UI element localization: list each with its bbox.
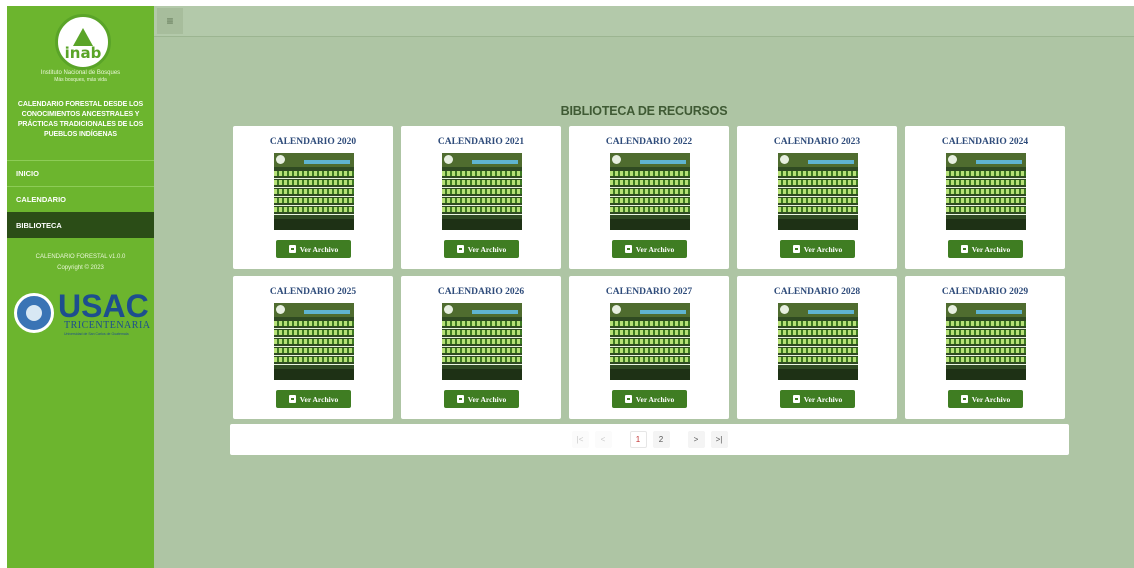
main-content: ≡ BIBLIOTECA DE RECURSOS CALENDARIO 2020…	[154, 6, 1134, 568]
sidebar-item-label: INICIO	[16, 169, 39, 178]
view-file-label: Ver Archivo	[299, 244, 339, 254]
document-icon	[624, 395, 632, 403]
app-title: CALENDARIO FORESTAL DESDE LOS CONOCIMIEN…	[17, 101, 144, 138]
page-1-button[interactable]: 1	[629, 431, 647, 448]
calendar-thumbnail[interactable]	[274, 153, 354, 230]
view-file-label: Ver Archivo	[467, 244, 507, 254]
view-file-label: Ver Archivo	[467, 394, 507, 404]
inab-logo[interactable]: inab	[55, 14, 111, 70]
resource-card: CALENDARIO 2024 Ver Archivo	[905, 126, 1065, 269]
last-page-button[interactable]: >|	[710, 431, 728, 448]
view-file-label: Ver Archivo	[635, 394, 675, 404]
card-title: CALENDARIO 2021	[437, 137, 525, 147]
card-title: CALENDARIO 2020	[269, 137, 357, 147]
calendar-thumbnail[interactable]	[442, 303, 522, 380]
resource-card: CALENDARIO 2026 Ver Archivo	[401, 276, 561, 419]
view-file-label: Ver Archivo	[803, 394, 843, 404]
card-title: CALENDARIO 2023	[773, 137, 861, 147]
institution-name: Instituto Nacional de Bosques	[40, 70, 121, 76]
calendar-thumbnail[interactable]	[778, 303, 858, 380]
card-title: CALENDARIO 2022	[605, 137, 693, 147]
view-file-label: Ver Archivo	[635, 244, 675, 254]
calendar-thumbnail[interactable]	[946, 303, 1026, 380]
next-page-button[interactable]: >	[687, 431, 705, 448]
hamburger-icon: ≡	[166, 14, 174, 28]
resource-card: CALENDARIO 2021 Ver Archivo	[401, 126, 561, 269]
resource-card: CALENDARIO 2023 Ver Archivo	[737, 126, 897, 269]
sidebar-item-label: BIBLIOTECA	[16, 221, 62, 230]
page-title: BIBLIOTECA DE RECURSOS	[560, 104, 728, 118]
card-title: CALENDARIO 2029	[941, 287, 1029, 297]
view-file-button[interactable]: Ver Archivo	[276, 390, 351, 408]
calendar-thumbnail[interactable]	[778, 153, 858, 230]
document-icon	[288, 245, 296, 253]
usac-university-name: Universidad de San Carlos de Guatemala	[64, 332, 129, 336]
view-file-button[interactable]: Ver Archivo	[612, 240, 687, 258]
calendar-thumbnail[interactable]	[946, 153, 1026, 230]
sidebar-item-calendario[interactable]: CALENDARIO	[7, 186, 154, 212]
view-file-label: Ver Archivo	[299, 394, 339, 404]
document-icon	[288, 395, 296, 403]
resource-card: CALENDARIO 2027 Ver Archivo	[569, 276, 729, 419]
document-icon	[792, 245, 800, 253]
document-icon	[456, 245, 464, 253]
page-2-button[interactable]: 2	[652, 431, 670, 448]
view-file-button[interactable]: Ver Archivo	[948, 390, 1023, 408]
menu-toggle-button[interactable]: ≡	[157, 8, 183, 34]
view-file-button[interactable]: Ver Archivo	[612, 390, 687, 408]
usac-wordmark: USAC	[58, 288, 149, 324]
resource-card: CALENDARIO 2025 Ver Archivo	[233, 276, 393, 419]
institution-tagline: Más bosques, más vida	[54, 77, 107, 83]
usac-tricentenaria: TRICENTENARIA	[64, 320, 151, 331]
card-title: CALENDARIO 2027	[605, 287, 693, 297]
resource-card: CALENDARIO 2022 Ver Archivo	[569, 126, 729, 269]
resource-card: CALENDARIO 2020 Ver Archivo	[233, 126, 393, 269]
document-icon	[960, 245, 968, 253]
card-title: CALENDARIO 2028	[773, 287, 861, 297]
pagination: |< < 1 2 > >|	[230, 424, 1069, 455]
calendar-thumbnail[interactable]	[610, 303, 690, 380]
document-icon	[456, 395, 464, 403]
sidebar-item-label: CALENDARIO	[16, 195, 66, 204]
sidebar-nav: INICIO CALENDARIO BIBLIOTECA	[7, 160, 154, 238]
view-file-button[interactable]: Ver Archivo	[444, 390, 519, 408]
view-file-label: Ver Archivo	[971, 394, 1011, 404]
view-file-label: Ver Archivo	[803, 244, 843, 254]
document-icon	[960, 395, 968, 403]
view-file-button[interactable]: Ver Archivo	[444, 240, 519, 258]
card-title: CALENDARIO 2024	[941, 137, 1029, 147]
view-file-label: Ver Archivo	[971, 244, 1011, 254]
sidebar-item-biblioteca[interactable]: BIBLIOTECA	[7, 212, 154, 238]
copyright-text: Copyright © 2023	[57, 265, 104, 271]
document-icon	[624, 245, 632, 253]
sidebar-item-inicio[interactable]: INICIO	[7, 160, 154, 186]
calendar-thumbnail[interactable]	[274, 303, 354, 380]
prev-page-button[interactable]: <	[594, 431, 612, 448]
version-text: CALENDARIO FORESTAL v1.0.0	[35, 254, 126, 260]
sidebar: inab Instituto Nacional de Bosques Más b…	[7, 6, 154, 568]
first-page-button[interactable]: |<	[571, 431, 589, 448]
resource-card: CALENDARIO 2029 Ver Archivo	[905, 276, 1065, 419]
view-file-button[interactable]: Ver Archivo	[948, 240, 1023, 258]
view-file-button[interactable]: Ver Archivo	[780, 390, 855, 408]
view-file-button[interactable]: Ver Archivo	[780, 240, 855, 258]
calendar-thumbnail[interactable]	[442, 153, 522, 230]
calendar-thumbnail[interactable]	[610, 153, 690, 230]
usac-seal-icon	[14, 293, 54, 333]
resource-card: CALENDARIO 2028 Ver Archivo	[737, 276, 897, 419]
usac-logo[interactable]: USAC TRICENTENARIA Universidad de San Ca…	[12, 289, 150, 343]
logo-word: inab	[64, 43, 102, 62]
tree-icon	[73, 27, 93, 46]
card-title: CALENDARIO 2025	[269, 287, 357, 297]
document-icon	[792, 395, 800, 403]
topbar: ≡	[154, 6, 1134, 37]
card-title: CALENDARIO 2026	[437, 287, 525, 297]
view-file-button[interactable]: Ver Archivo	[276, 240, 351, 258]
